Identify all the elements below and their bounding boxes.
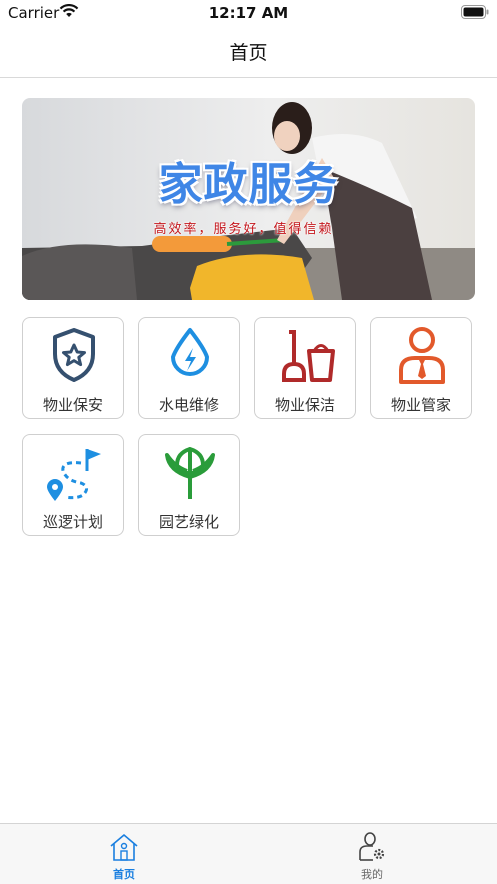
service-gardening[interactable]: 园艺绿化: [138, 434, 240, 536]
service-utility-repair[interactable]: 水电维修: [138, 317, 240, 419]
service-label: 巡逻计划: [42, 513, 103, 531]
patrol-route-icon: [47, 449, 101, 501]
page-title: 首页: [229, 42, 268, 64]
home-icon: [110, 834, 138, 861]
tab-mine-label: 我的: [361, 868, 383, 881]
tab-mine[interactable]: 我的: [248, 824, 496, 884]
tab-home-label: 首页: [113, 868, 135, 881]
battery-icon: [461, 5, 489, 19]
tab-home[interactable]: 首页: [0, 824, 248, 884]
tab-bar: 首页 我的: [0, 823, 497, 884]
mop-bucket-icon: [282, 330, 335, 382]
butler-icon: [399, 327, 445, 384]
shield-star-icon: [53, 328, 95, 382]
banner-title: 家政服务: [158, 159, 339, 210]
service-patrol-plan[interactable]: 巡逻计划: [22, 434, 124, 536]
service-label: 物业保安: [42, 396, 103, 414]
service-property-security[interactable]: 物业保安: [22, 317, 124, 419]
water-drop-bolt-icon: [171, 328, 209, 376]
sprout-icon: [165, 447, 215, 499]
service-property-butler[interactable]: 物业管家: [370, 317, 472, 419]
service-label: 物业保洁: [274, 396, 335, 414]
service-label: 水电维修: [158, 396, 219, 414]
service-property-cleaning[interactable]: 物业保洁: [254, 317, 356, 419]
status-bar: Carrier 12:17 AM: [0, 0, 497, 26]
promo-banner[interactable]: 家政服务 高效率，服务好，值得信赖: [22, 98, 475, 300]
banner-subtitle: 高效率，服务好，值得信赖: [153, 222, 334, 237]
clock: 12:17 AM: [208, 4, 289, 22]
service-label: 园艺绿化: [158, 513, 219, 531]
service-label: 物业管家: [390, 396, 451, 414]
navigation-bar: 首页: [0, 26, 497, 78]
profile-settings-icon: [359, 832, 385, 861]
